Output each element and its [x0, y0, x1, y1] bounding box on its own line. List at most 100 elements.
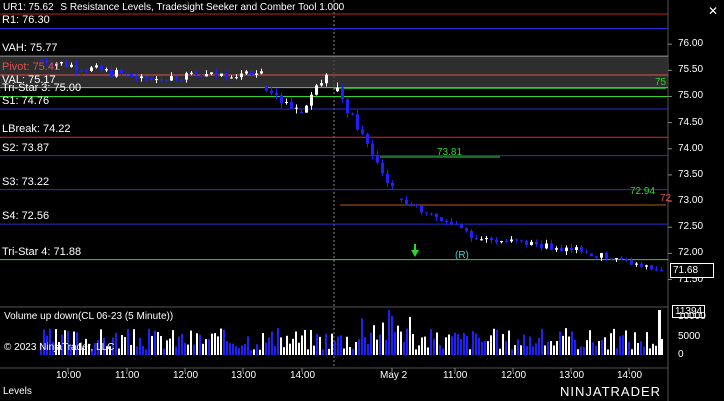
volume-bar — [517, 339, 519, 355]
candle-body — [545, 243, 548, 249]
candle-body — [320, 83, 323, 86]
candle-body — [110, 69, 113, 77]
volume-bar — [265, 342, 267, 355]
volume-bar — [418, 345, 420, 355]
volume-bar — [658, 310, 661, 355]
candle-body — [135, 76, 138, 79]
candle-body — [435, 213, 438, 218]
candle-body — [575, 247, 578, 251]
volume-bar — [226, 341, 228, 355]
volume-bar — [574, 339, 576, 355]
volume-bar — [373, 325, 375, 355]
candle-body — [480, 239, 483, 241]
volume-bar — [403, 341, 405, 355]
volume-bar — [139, 338, 141, 355]
volume-bar — [415, 349, 417, 355]
candle-body — [475, 238, 478, 240]
volume-bar — [427, 347, 429, 355]
candle-body — [420, 205, 423, 213]
candle-body — [366, 133, 369, 144]
price-tick: 72.00 — [678, 247, 704, 259]
candle-body — [155, 79, 158, 81]
volume-bar — [331, 333, 333, 355]
volume-bar — [166, 340, 168, 355]
volume-bar — [433, 338, 435, 355]
volume-bar — [301, 335, 303, 355]
volume-bar — [499, 348, 501, 355]
volume-bar — [643, 346, 645, 355]
candle-body — [300, 112, 303, 114]
candle-body — [275, 93, 278, 96]
volume-bar — [646, 332, 648, 355]
volume-bar — [406, 328, 408, 355]
volume-bar — [124, 337, 126, 355]
volume-tick: 5000 — [678, 331, 701, 342]
volume-bar — [535, 343, 537, 355]
candle-body — [125, 73, 128, 75]
volume-bar — [193, 344, 195, 355]
volume-bar — [388, 310, 390, 355]
volume-bar — [391, 315, 393, 355]
candle-body — [381, 162, 384, 174]
candle-body — [570, 247, 573, 251]
volume-bar — [442, 348, 444, 355]
volume-bar — [625, 330, 627, 355]
volume-bar — [151, 335, 153, 355]
volume-bar — [346, 336, 348, 355]
candle-body — [465, 228, 468, 232]
candle-body — [290, 101, 293, 109]
right-marker: 72 — [660, 193, 672, 204]
volume-bar — [343, 348, 345, 355]
volume-bar — [463, 332, 465, 355]
volume-bar — [325, 333, 327, 355]
volume-bar — [160, 335, 162, 355]
time-tick: 11:00 — [443, 370, 468, 381]
level-label: Tri-Star 3: 75.00 — [2, 82, 82, 95]
candle-body — [565, 247, 568, 252]
volume-bar — [595, 345, 597, 355]
candle-body — [595, 256, 598, 258]
candle-body — [495, 240, 498, 243]
volume-bar — [115, 332, 117, 355]
ninjatrader-logo: NINJATRADER — [560, 384, 662, 399]
candle-body — [280, 95, 283, 104]
volume-bar — [253, 349, 255, 355]
candle-body — [100, 65, 103, 71]
candle-body — [510, 239, 513, 242]
level-label: LBreak: 74.22 — [2, 123, 71, 136]
candle-body — [80, 70, 83, 72]
volume-bar — [559, 331, 561, 355]
volume-bar — [538, 337, 540, 355]
volume-bar — [523, 334, 525, 355]
volume-bar — [580, 346, 582, 355]
tab-levels[interactable]: Levels — [3, 386, 32, 397]
volume-bar — [520, 345, 522, 355]
volume-bar — [319, 336, 321, 355]
candle-body — [625, 259, 628, 261]
candle-body — [655, 269, 658, 271]
candle-body — [440, 217, 443, 221]
candle-body — [305, 105, 308, 113]
candle-body — [500, 241, 503, 243]
last-price-badge: 71.68 — [670, 263, 714, 278]
candle-body — [386, 173, 389, 183]
volume-bar — [493, 328, 495, 355]
candle-body — [351, 113, 354, 115]
volume-bar — [652, 343, 654, 355]
volume-bar — [136, 346, 138, 355]
volume-bar — [487, 341, 489, 355]
volume-bar — [550, 341, 552, 355]
candle-body — [530, 241, 533, 245]
candle-body — [540, 244, 543, 249]
close-icon[interactable]: ✕ — [708, 4, 718, 18]
candle-body — [361, 129, 364, 134]
volume-bar — [322, 349, 324, 355]
annotation: (R) — [455, 250, 469, 261]
volume-bar — [469, 349, 471, 355]
volume-bar — [562, 335, 564, 355]
candle-body — [205, 74, 208, 77]
candle-body — [450, 221, 453, 225]
price-chart-canvas[interactable]: 75 72.94 72 73.81 (R) — [0, 0, 724, 401]
volume-bar — [235, 346, 237, 355]
volume-bar — [292, 338, 294, 355]
